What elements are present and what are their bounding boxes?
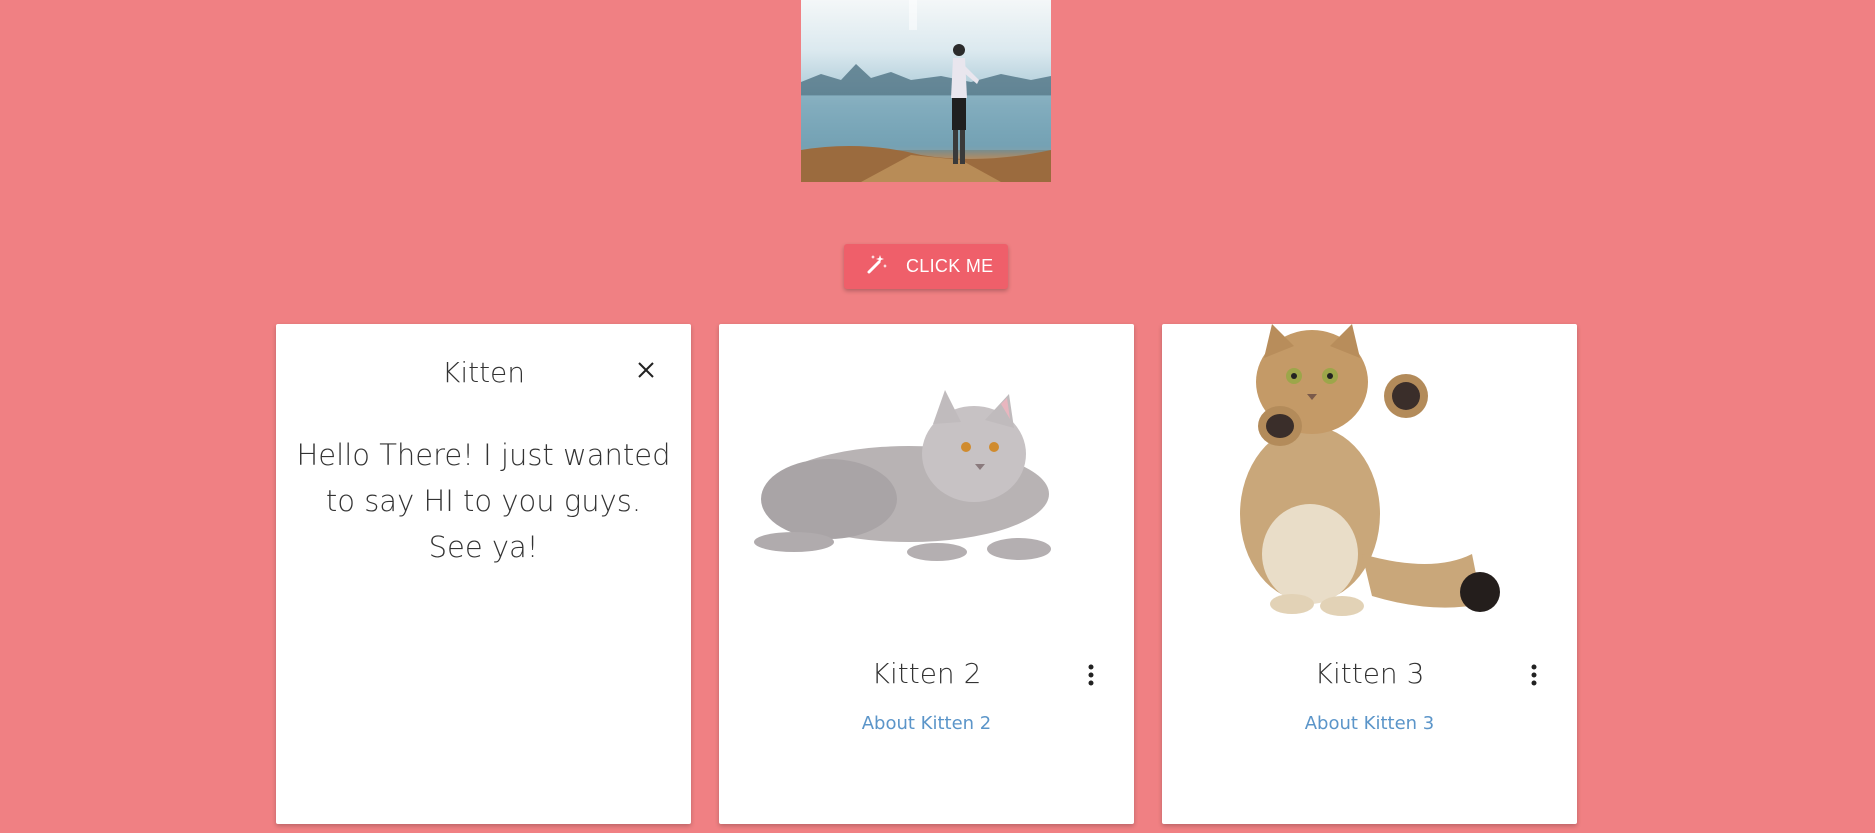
kitten-card-3: Kitten 3 About Kitten 3: [1162, 324, 1577, 824]
about-kitten-3-link[interactable]: About Kitten 3: [1162, 713, 1577, 734]
kitten-3-image: [1162, 324, 1577, 644]
more-vert-icon[interactable]: [1516, 657, 1552, 693]
kitten-card-2: Kitten 2 About Kitten 2: [719, 324, 1134, 824]
hero-image: [801, 0, 1051, 182]
click-me-label: CLICK ME: [906, 256, 994, 276]
close-icon[interactable]: [628, 352, 664, 388]
more-vert-icon[interactable]: [1073, 657, 1109, 693]
card-title: Kitten 2: [871, 657, 982, 690]
kitten-2-image: [719, 324, 1134, 644]
card-title: Kitten 3: [1314, 657, 1425, 690]
kitten-card-1: Kitten Hello There! I just wanted to say…: [276, 324, 691, 824]
magic-wand-icon: [866, 253, 888, 280]
about-kitten-2-link[interactable]: About Kitten 2: [719, 713, 1134, 734]
click-me-button[interactable]: CLICK ME: [844, 244, 1008, 289]
card-reveal-text: Hello There! I just wanted to say HI to …: [296, 438, 671, 564]
